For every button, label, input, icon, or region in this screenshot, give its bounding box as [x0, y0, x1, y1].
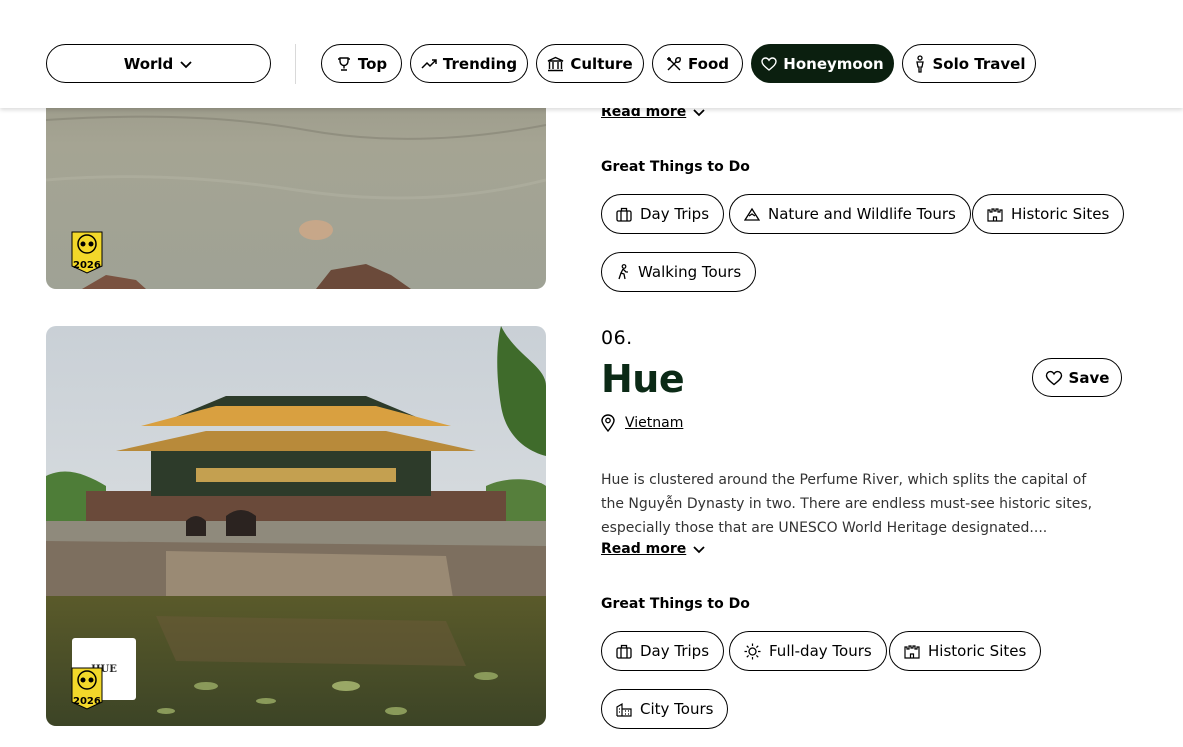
- museum-icon: [548, 56, 564, 71]
- trophy-icon: [337, 56, 350, 71]
- tag-nature-wildlife-tours[interactable]: Nature and Wildlife Tours: [729, 194, 971, 234]
- castle-icon: [987, 208, 1003, 222]
- destination-location: Vietnam: [601, 414, 683, 432]
- person-icon: [915, 54, 924, 73]
- filter-chip-solo-travel[interactable]: Solo Travel: [902, 44, 1036, 83]
- chevron-down-icon: [180, 60, 192, 68]
- filter-bar: World Top Trending Culture Food Honeymoo…: [0, 0, 1183, 108]
- tag-city-tours[interactable]: City Tours: [601, 689, 729, 729]
- filter-chip-food[interactable]: Food: [652, 44, 743, 83]
- sun-icon: [744, 643, 761, 659]
- location-link[interactable]: Vietnam: [625, 415, 683, 431]
- tag-full-day-tours[interactable]: Full-day Tours: [729, 631, 887, 671]
- map-pin-icon: [601, 414, 615, 432]
- filter-divider: [295, 44, 296, 84]
- filter-chip-honeymoon[interactable]: Honeymoon: [751, 44, 894, 83]
- destination-title[interactable]: Hue: [601, 357, 685, 401]
- filter-chip-culture[interactable]: Culture: [536, 44, 644, 83]
- walking-person-icon: [618, 264, 628, 280]
- things-to-do-heading: Great Things to Do: [601, 596, 750, 612]
- trending-up-icon: [421, 58, 437, 69]
- tag-historic-sites[interactable]: Historic Sites: [972, 194, 1125, 234]
- destination-rank: 06.: [601, 327, 633, 349]
- things-to-do-heading: Great Things to Do: [601, 159, 750, 175]
- castle-icon: [904, 645, 920, 659]
- suitcase-icon: [616, 644, 632, 659]
- city-buildings-icon: [616, 702, 632, 717]
- region-label: World: [123, 54, 174, 73]
- tag-day-trips[interactable]: Day Trips: [601, 631, 725, 671]
- hearts-icon: [761, 56, 777, 71]
- tag-historic-sites[interactable]: Historic Sites: [889, 631, 1042, 671]
- badge-year: 2026: [73, 696, 101, 707]
- destination-photo-hue[interactable]: HUE 2026: [46, 326, 546, 726]
- heart-icon: [1045, 370, 1062, 385]
- utensils-icon: [667, 56, 681, 70]
- save-button[interactable]: Save: [1032, 358, 1122, 397]
- badge-year: 2026: [73, 260, 101, 271]
- suitcase-icon: [616, 207, 632, 222]
- destination-description: Hue is clustered around the Perfume Rive…: [601, 472, 1093, 536]
- filter-chip-trending[interactable]: Trending: [410, 44, 528, 83]
- tag-walking-tours[interactable]: Walking Tours: [601, 252, 757, 292]
- tag-day-trips[interactable]: Day Trips: [601, 194, 725, 234]
- chevron-down-icon: [693, 546, 705, 554]
- mountain-icon: [744, 207, 760, 221]
- region-dropdown[interactable]: World: [46, 44, 271, 83]
- filter-chip-top[interactable]: Top: [321, 44, 402, 83]
- read-more-link[interactable]: Read more: [601, 541, 706, 557]
